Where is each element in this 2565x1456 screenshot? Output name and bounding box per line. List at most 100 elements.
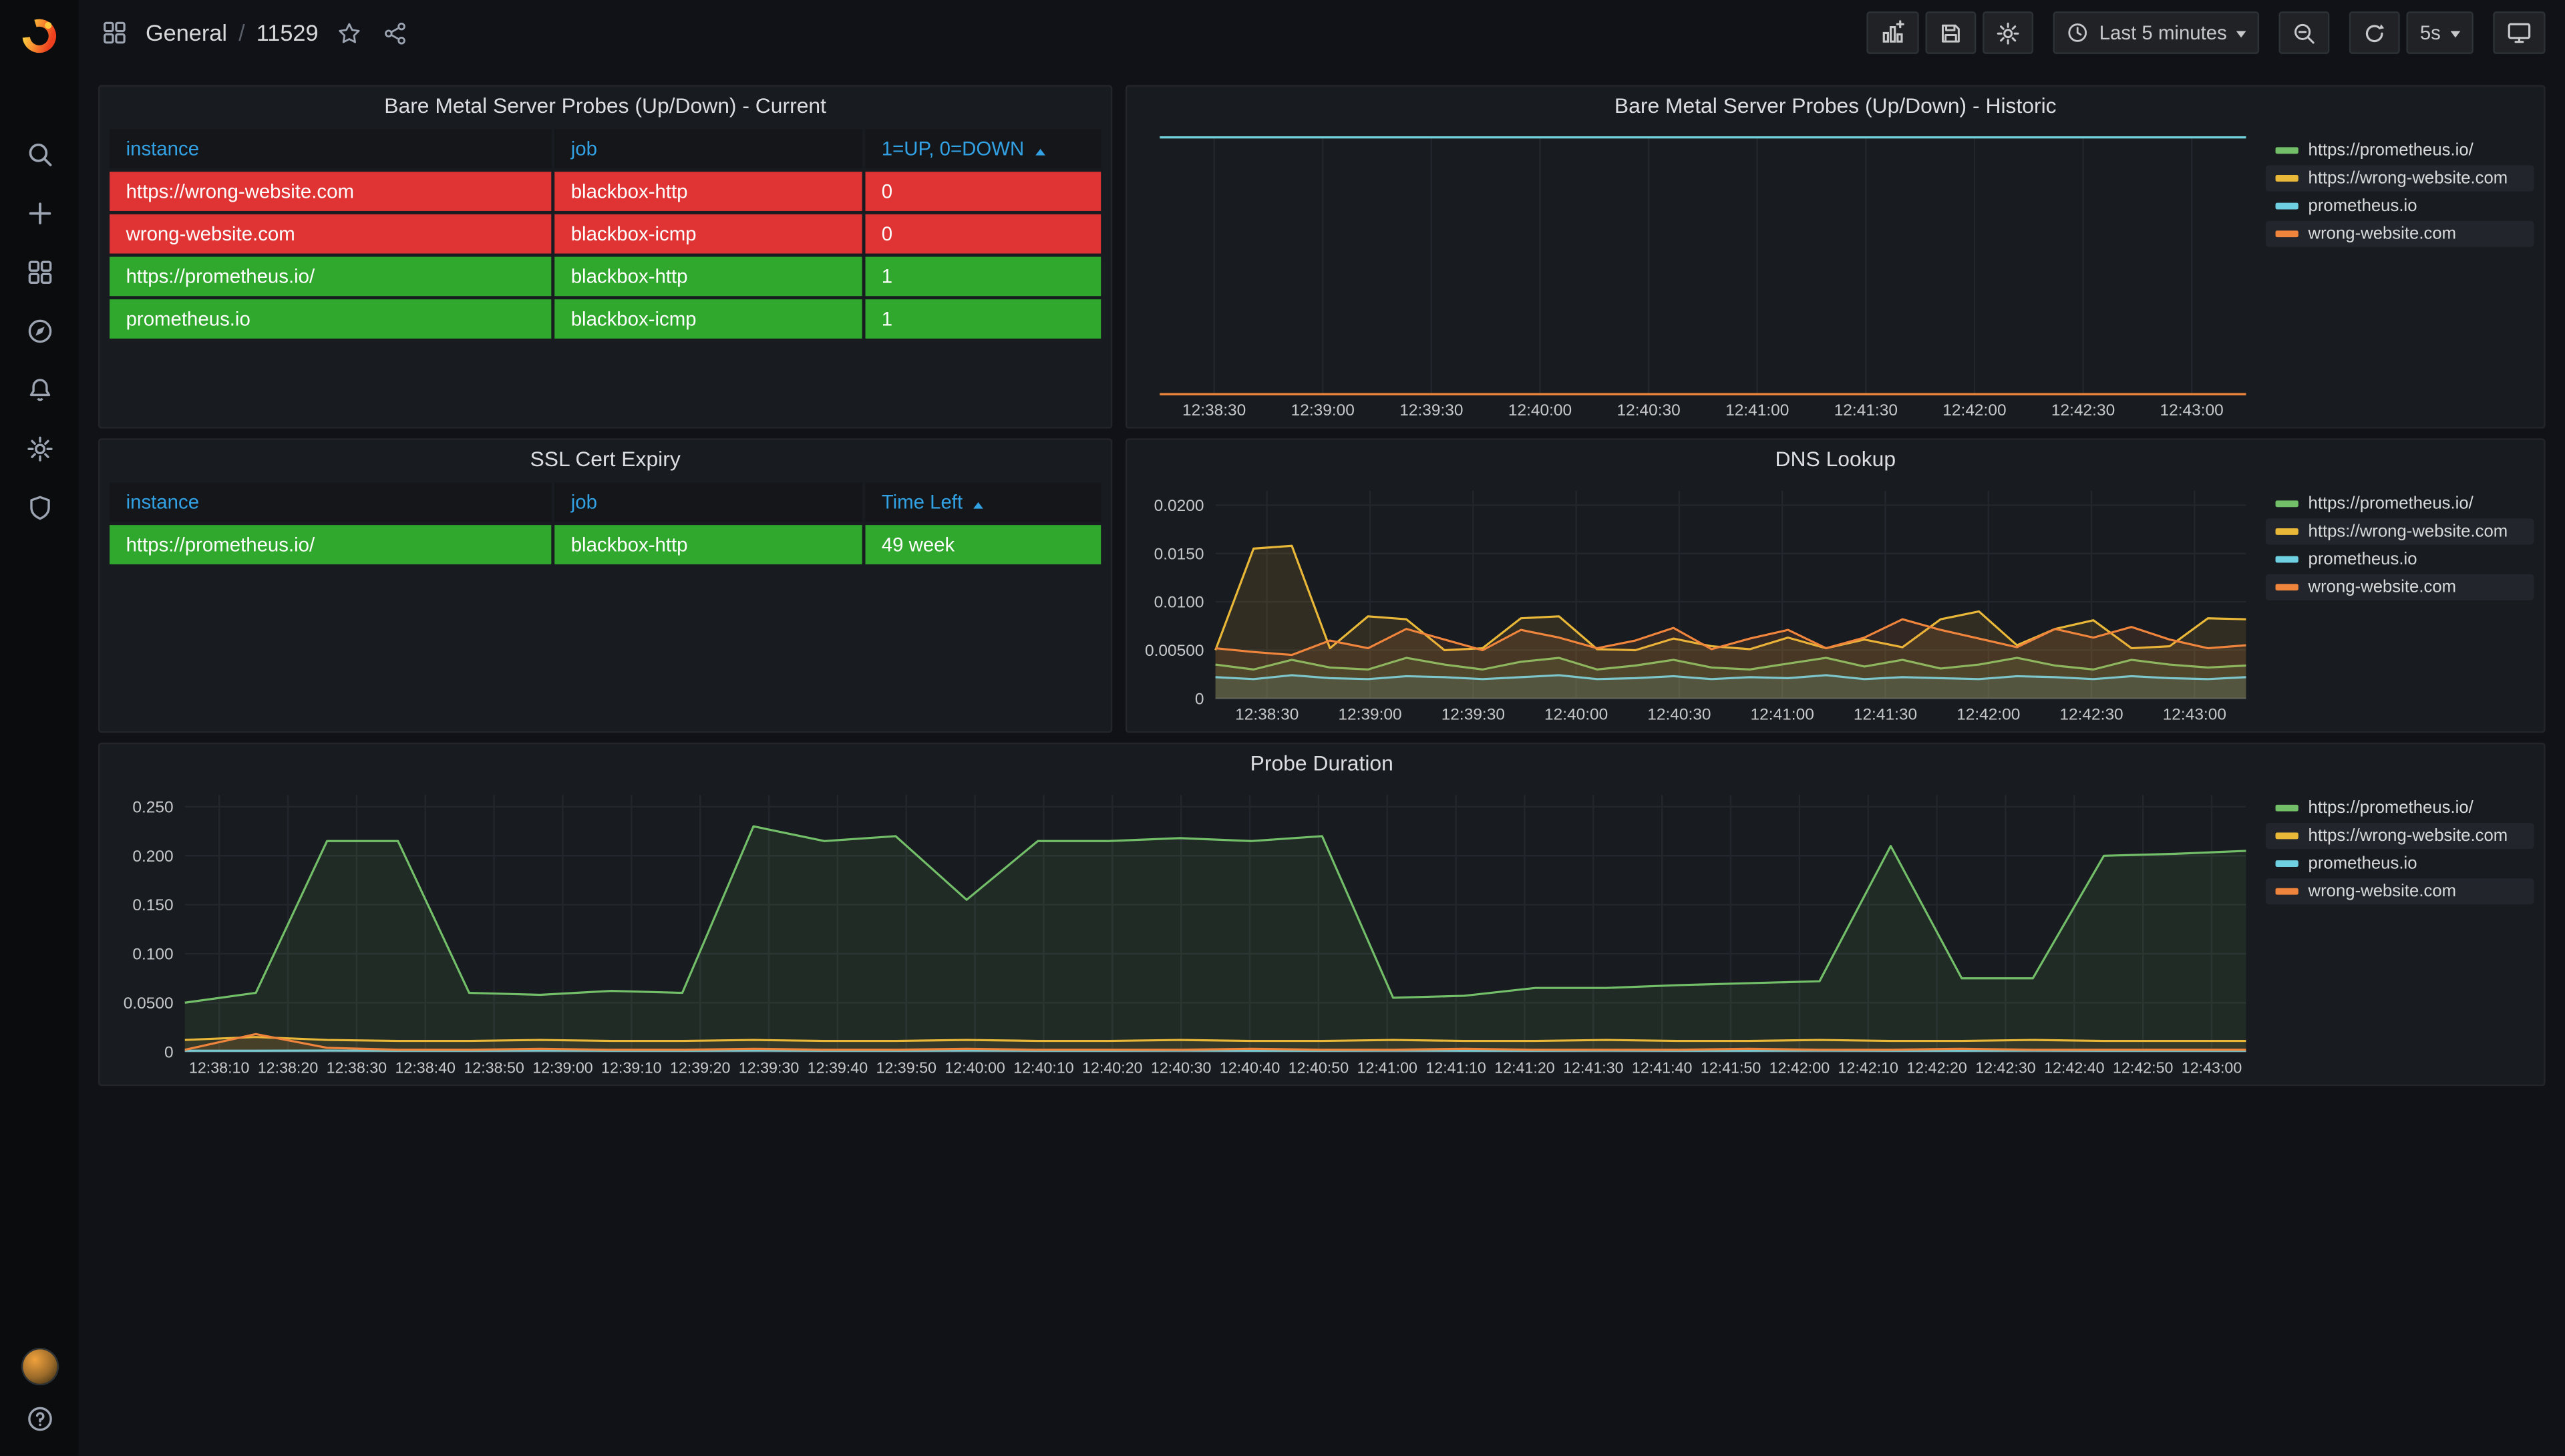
- column-header[interactable]: 1=UP, 0=DOWN: [865, 129, 1101, 168]
- svg-text:0.0500: 0.0500: [124, 994, 174, 1013]
- series-color-swatch: [2276, 556, 2298, 563]
- legend-item[interactable]: prometheus.io: [2266, 850, 2534, 876]
- column-header[interactable]: Time Left: [865, 482, 1101, 522]
- svg-text:0.0100: 0.0100: [1154, 594, 1204, 612]
- sort-caret-icon: [1035, 149, 1045, 156]
- sort-caret-icon: [974, 502, 984, 509]
- legend-item[interactable]: prometheus.io: [2266, 193, 2534, 219]
- legend-item[interactable]: https://prometheus.io/: [2266, 138, 2534, 164]
- sidebar-item-dashboards[interactable]: [0, 242, 79, 301]
- sidebar-item-configuration[interactable]: [0, 419, 79, 478]
- refresh-interval-picker[interactable]: 5s: [2407, 11, 2473, 54]
- sidebar-item-help[interactable]: [0, 1397, 79, 1439]
- sidebar-item-alerting[interactable]: [0, 360, 79, 419]
- panel-title[interactable]: Probe Duration: [100, 744, 2544, 783]
- legend-item[interactable]: https://wrong-website.com: [2266, 518, 2534, 544]
- series-color-swatch: [2276, 147, 2298, 154]
- cell-job: blackbox-http: [554, 525, 862, 564]
- panel-title[interactable]: Bare Metal Server Probes (Up/Down) - Cur…: [100, 87, 1110, 126]
- series-color-swatch: [2276, 175, 2298, 182]
- cell-instance: https://wrong-website.com: [110, 172, 551, 211]
- column-header[interactable]: instance: [110, 129, 551, 168]
- grafana-logo[interactable]: [0, 0, 79, 72]
- zoom-out-button[interactable]: [2279, 11, 2330, 54]
- svg-text:12:38:30: 12:38:30: [1182, 401, 1246, 419]
- series-name: https://prometheus.io/: [2308, 798, 2473, 817]
- series-name: wrong-website.com: [2308, 224, 2457, 244]
- column-header[interactable]: instance: [110, 482, 551, 522]
- table-row: https://prometheus.io/blackbox-http1: [110, 256, 1101, 296]
- panel-title[interactable]: SSL Cert Expiry: [100, 440, 1110, 480]
- legend-item[interactable]: https://prometheus.io/: [2266, 795, 2534, 821]
- cell-instance: https://prometheus.io/: [110, 525, 551, 564]
- star-icon: [337, 21, 361, 45]
- dashboards-grid-icon: [25, 258, 53, 286]
- table-row: wrong-website.comblackbox-icmp0: [110, 214, 1101, 254]
- tv-mode-button[interactable]: [2493, 11, 2545, 54]
- svg-text:12:42:00: 12:42:00: [1769, 1059, 1830, 1077]
- refresh-icon: [2363, 21, 2387, 45]
- series-color-swatch: [2276, 888, 2298, 895]
- zoom-out-icon: [2292, 21, 2317, 45]
- share-dashboard-button[interactable]: [379, 17, 410, 49]
- clock-icon: [2067, 21, 2089, 44]
- series-name: wrong-website.com: [2308, 577, 2457, 596]
- svg-text:12:41:30: 12:41:30: [1834, 401, 1898, 419]
- series-color-swatch: [2276, 860, 2298, 867]
- series-color-swatch: [2276, 230, 2298, 237]
- legend-item[interactable]: wrong-website.com: [2266, 574, 2534, 600]
- grafana-flame-icon: [19, 16, 59, 55]
- chart-legend: https://prometheus.io/https://wrong-webs…: [2256, 482, 2537, 727]
- svg-text:12:41:40: 12:41:40: [1632, 1059, 1693, 1077]
- star-dashboard-button[interactable]: [333, 17, 365, 49]
- add-panel-button[interactable]: [1867, 11, 1919, 54]
- alerting-bell-icon: [25, 375, 53, 403]
- dns-lookup-chart[interactable]: 12:38:3012:39:0012:39:3012:40:0012:40:30…: [1137, 482, 2256, 727]
- cell-job: blackbox-http: [554, 256, 862, 296]
- breadcrumb-group: General / 11529: [98, 16, 410, 49]
- sidebar-item-server-admin[interactable]: [0, 478, 79, 536]
- save-dashboard-button[interactable]: [1926, 11, 1977, 54]
- svg-text:12:43:00: 12:43:00: [2182, 1059, 2242, 1077]
- svg-text:12:39:30: 12:39:30: [1441, 706, 1505, 724]
- breadcrumb-section[interactable]: General: [146, 19, 227, 45]
- legend-item[interactable]: https://prometheus.io/: [2266, 491, 2534, 517]
- svg-text:12:41:10: 12:41:10: [1425, 1059, 1486, 1077]
- svg-text:12:39:30: 12:39:30: [1399, 401, 1463, 419]
- svg-text:12:40:30: 12:40:30: [1151, 1059, 1212, 1077]
- svg-text:12:43:00: 12:43:00: [2160, 401, 2224, 419]
- dashboard-settings-button[interactable]: [1983, 11, 2034, 54]
- legend-item[interactable]: wrong-website.com: [2266, 221, 2534, 247]
- sidebar-item-create[interactable]: [0, 183, 79, 242]
- sidebar-item-explore[interactable]: [0, 301, 79, 360]
- sidebar-item-search[interactable]: [0, 124, 79, 183]
- dashboard-folder-button[interactable]: [98, 16, 131, 49]
- legend-item[interactable]: wrong-website.com: [2266, 878, 2534, 904]
- cell-value: 49 week: [865, 525, 1101, 564]
- sidebar: [0, 0, 79, 1456]
- svg-text:12:42:10: 12:42:10: [1838, 1059, 1899, 1077]
- svg-text:12:42:40: 12:42:40: [2044, 1059, 2105, 1077]
- column-header[interactable]: job: [554, 129, 862, 168]
- column-header[interactable]: job: [554, 482, 862, 522]
- breadcrumb-dashboard-id[interactable]: 11529: [256, 19, 319, 45]
- panel-title[interactable]: Bare Metal Server Probes (Up/Down) - His…: [1127, 87, 2544, 126]
- probe-duration-chart[interactable]: 12:38:1012:38:2012:38:3012:38:4012:38:50…: [110, 787, 2256, 1081]
- legend-item[interactable]: https://wrong-website.com: [2266, 165, 2534, 191]
- legend-item[interactable]: prometheus.io: [2266, 546, 2534, 572]
- panel-title[interactable]: DNS Lookup: [1127, 440, 2544, 480]
- time-range-picker[interactable]: Last 5 minutes: [2053, 11, 2260, 54]
- share-icon: [382, 21, 407, 45]
- svg-text:12:40:20: 12:40:20: [1082, 1059, 1143, 1077]
- legend-item[interactable]: https://wrong-website.com: [2266, 823, 2534, 849]
- svg-text:12:41:00: 12:41:00: [1357, 1059, 1417, 1077]
- save-icon: [1939, 21, 1964, 45]
- svg-text:12:41:20: 12:41:20: [1494, 1059, 1555, 1077]
- probes-historic-chart[interactable]: 12:38:3012:39:0012:39:3012:40:0012:40:30…: [1137, 129, 2256, 423]
- refresh-button[interactable]: [2350, 11, 2401, 54]
- svg-text:12:42:00: 12:42:00: [1956, 706, 2020, 724]
- user-avatar[interactable]: [22, 1349, 56, 1383]
- caret-down-icon: [2237, 31, 2247, 38]
- time-range-label: Last 5 minutes: [2099, 21, 2227, 44]
- svg-text:12:38:20: 12:38:20: [258, 1059, 319, 1077]
